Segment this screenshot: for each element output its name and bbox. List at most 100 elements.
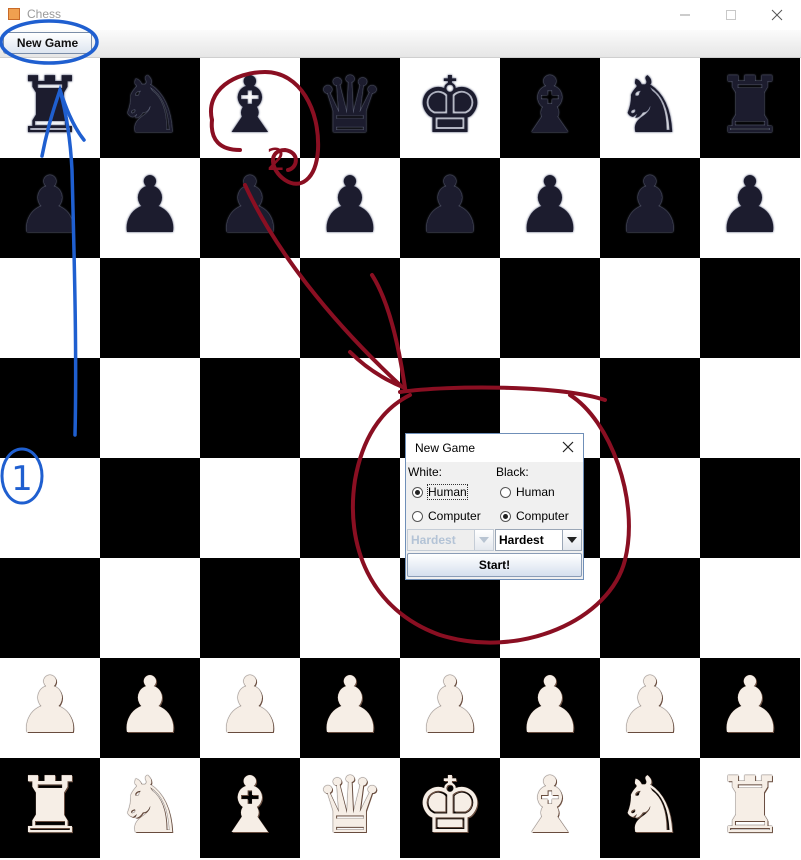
board-square[interactable]: ♞ [100,758,200,858]
dialog-close-icon[interactable] [562,441,574,453]
board-square[interactable] [300,358,400,458]
white-computer-radio[interactable] [412,511,423,522]
black-pawn-icon[interactable]: ♟ [600,158,700,258]
black-knight-icon[interactable]: ♞ [600,58,700,158]
board-square[interactable]: ♟ [400,658,500,758]
minimize-button[interactable] [662,0,708,30]
white-pawn-icon[interactable]: ♟ [100,658,200,758]
board-square[interactable] [200,458,300,558]
black-pawn-icon[interactable]: ♟ [700,158,800,258]
white-pawn-icon[interactable]: ♟ [600,658,700,758]
white-king-icon[interactable]: ♚ [400,758,500,858]
board-square[interactable] [700,458,800,558]
board-square[interactable] [200,358,300,458]
new-game-button[interactable]: New Game [3,32,92,54]
maximize-button[interactable] [708,0,754,30]
black-difficulty-dropdown[interactable] [562,530,581,550]
board-square[interactable]: ♟ [700,658,800,758]
board-square[interactable] [100,458,200,558]
black-pawn-icon[interactable]: ♟ [200,158,300,258]
white-pawn-icon[interactable]: ♟ [400,658,500,758]
white-bishop-icon[interactable]: ♝ [500,758,600,858]
board-square[interactable]: ♚ [400,58,500,158]
board-square[interactable] [300,258,400,358]
board-square[interactable] [700,258,800,358]
black-king-icon[interactable]: ♚ [400,58,500,158]
close-window-button[interactable] [754,0,800,30]
board-square[interactable]: ♝ [200,758,300,858]
black-pawn-icon[interactable]: ♟ [300,158,400,258]
board-square[interactable]: ♟ [200,658,300,758]
board-square[interactable]: ♝ [500,58,600,158]
board-square[interactable]: ♜ [0,758,100,858]
board-square[interactable]: ♝ [200,58,300,158]
black-pawn-icon[interactable]: ♟ [0,158,100,258]
board-square[interactable] [100,358,200,458]
board-square[interactable] [700,558,800,658]
white-pawn-icon[interactable]: ♟ [200,658,300,758]
board-square[interactable]: ♟ [300,158,400,258]
black-pawn-icon[interactable]: ♟ [400,158,500,258]
white-pawn-icon[interactable]: ♟ [0,658,100,758]
white-difficulty-dropdown[interactable] [474,530,493,550]
board-square[interactable]: ♟ [300,658,400,758]
black-bishop-icon[interactable]: ♝ [200,58,300,158]
board-square[interactable]: ♜ [700,758,800,858]
board-square[interactable]: ♟ [500,658,600,758]
board-square[interactable]: ♜ [700,58,800,158]
white-rook-icon[interactable]: ♜ [0,758,100,858]
board-square[interactable]: ♟ [100,158,200,258]
board-square[interactable]: ♟ [200,158,300,258]
board-square[interactable] [600,558,700,658]
black-computer-radio[interactable] [500,511,511,522]
board-square[interactable]: ♟ [100,658,200,758]
white-knight-icon[interactable]: ♞ [600,758,700,858]
board-square[interactable]: ♞ [100,58,200,158]
board-square[interactable] [300,558,400,658]
board-square[interactable] [100,558,200,658]
board-square[interactable] [700,358,800,458]
white-rook-icon[interactable]: ♜ [700,758,800,858]
board-square[interactable] [0,558,100,658]
black-knight-icon[interactable]: ♞ [100,58,200,158]
white-pawn-icon[interactable]: ♟ [300,658,400,758]
white-difficulty-select[interactable]: Hardest [407,529,494,551]
board-square[interactable]: ♚ [400,758,500,858]
board-square[interactable]: ♟ [400,158,500,258]
board-square[interactable] [600,258,700,358]
white-pawn-icon[interactable]: ♟ [500,658,600,758]
board-square[interactable] [600,358,700,458]
black-rook-icon[interactable]: ♜ [0,58,100,158]
board-square[interactable] [500,258,600,358]
black-pawn-icon[interactable]: ♟ [100,158,200,258]
board-square[interactable]: ♞ [600,58,700,158]
black-queen-icon[interactable]: ♛ [300,58,400,158]
board-square[interactable] [100,258,200,358]
board-square[interactable] [0,258,100,358]
black-pawn-icon[interactable]: ♟ [500,158,600,258]
white-knight-icon[interactable]: ♞ [100,758,200,858]
board-square[interactable] [0,358,100,458]
board-square[interactable]: ♛ [300,58,400,158]
board-square[interactable] [200,558,300,658]
white-pawn-icon[interactable]: ♟ [700,658,800,758]
white-human-label[interactable]: Human [427,484,468,500]
white-queen-icon[interactable]: ♛ [300,758,400,858]
board-square[interactable]: ♝ [500,758,600,858]
board-square[interactable] [300,458,400,558]
board-square[interactable]: ♛ [300,758,400,858]
black-rook-icon[interactable]: ♜ [700,58,800,158]
board-square[interactable]: ♞ [600,758,700,858]
white-computer-label[interactable]: Computer [428,509,481,523]
board-square[interactable] [600,458,700,558]
board-square[interactable]: ♟ [600,158,700,258]
black-bishop-icon[interactable]: ♝ [500,58,600,158]
board-square[interactable] [400,258,500,358]
black-human-label[interactable]: Human [516,485,555,499]
white-human-radio[interactable] [412,487,423,498]
white-bishop-icon[interactable]: ♝ [200,758,300,858]
black-computer-label[interactable]: Computer [516,509,569,523]
board-square[interactable]: ♟ [600,658,700,758]
board-square[interactable]: ♟ [500,158,600,258]
black-human-radio[interactable] [500,487,511,498]
